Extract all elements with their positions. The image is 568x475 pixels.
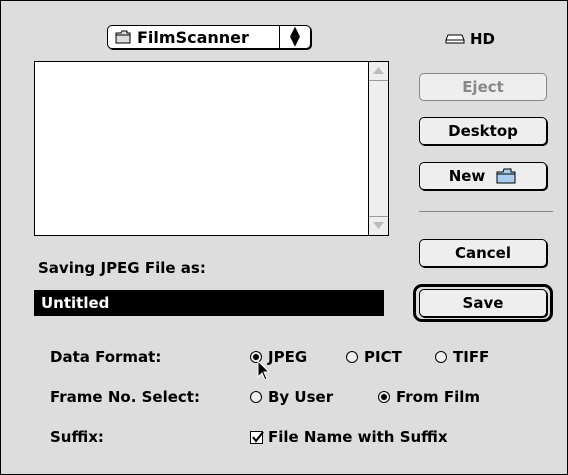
new-folder-button[interactable]: New (419, 162, 547, 190)
option-label: PICT (364, 348, 402, 366)
radio-button[interactable] (435, 351, 447, 363)
radio-button[interactable] (346, 351, 358, 363)
frame-option-from-film[interactable]: From Film (378, 388, 480, 406)
hard-disk-icon (445, 34, 465, 44)
option-label: TIFF (453, 348, 490, 366)
save-as-label: Saving JPEG File as: (38, 259, 206, 277)
folder-popup[interactable]: FilmScanner ▲ ▼ (107, 25, 311, 49)
data-format-label: Data Format: (50, 348, 162, 366)
option-label: From Film (396, 388, 481, 406)
vertical-scrollbar[interactable] (368, 62, 388, 235)
down-arrow-icon (373, 222, 384, 229)
folder-popup-label: FilmScanner (137, 27, 249, 47)
option-label: JPEG (268, 348, 308, 366)
radio-button[interactable] (378, 391, 390, 403)
button-divider (419, 211, 553, 212)
format-option-pict[interactable]: PICT (346, 348, 402, 366)
option-label: File Name with Suffix (268, 428, 448, 446)
desktop-button[interactable]: Desktop (419, 117, 547, 145)
volume-label[interactable]: HD (445, 30, 495, 48)
filename-input[interactable] (34, 290, 384, 316)
checkmark-icon (252, 430, 264, 443)
folder-icon (115, 30, 131, 44)
mouse-cursor-icon (257, 360, 271, 381)
suffix-checkbox-option[interactable]: File Name with Suffix (250, 428, 448, 446)
volume-name: HD (470, 30, 496, 48)
up-down-arrows-icon: ▲ ▼ (290, 24, 300, 49)
up-arrow-icon (373, 67, 384, 74)
save-button[interactable]: Save (419, 289, 547, 317)
cancel-button[interactable]: Cancel (419, 239, 547, 267)
checkbox[interactable] (250, 430, 264, 444)
eject-button[interactable]: Eject (419, 73, 547, 101)
file-list[interactable] (34, 61, 389, 236)
option-label: By User (268, 388, 334, 406)
save-dialog: FilmScanner ▲ ▼ HD Eject Desktop New Can… (0, 0, 568, 475)
radio-button[interactable] (250, 391, 262, 403)
frame-option-by-user[interactable]: By User (250, 388, 333, 406)
scroll-down-arrow[interactable] (369, 216, 388, 235)
format-option-tiff[interactable]: TIFF (435, 348, 489, 366)
new-folder-icon (496, 168, 516, 184)
new-folder-label: New (448, 167, 486, 185)
suffix-label: Suffix: (50, 428, 104, 446)
frame-select-label: Frame No. Select: (50, 388, 200, 406)
scroll-up-arrow[interactable] (369, 62, 388, 81)
